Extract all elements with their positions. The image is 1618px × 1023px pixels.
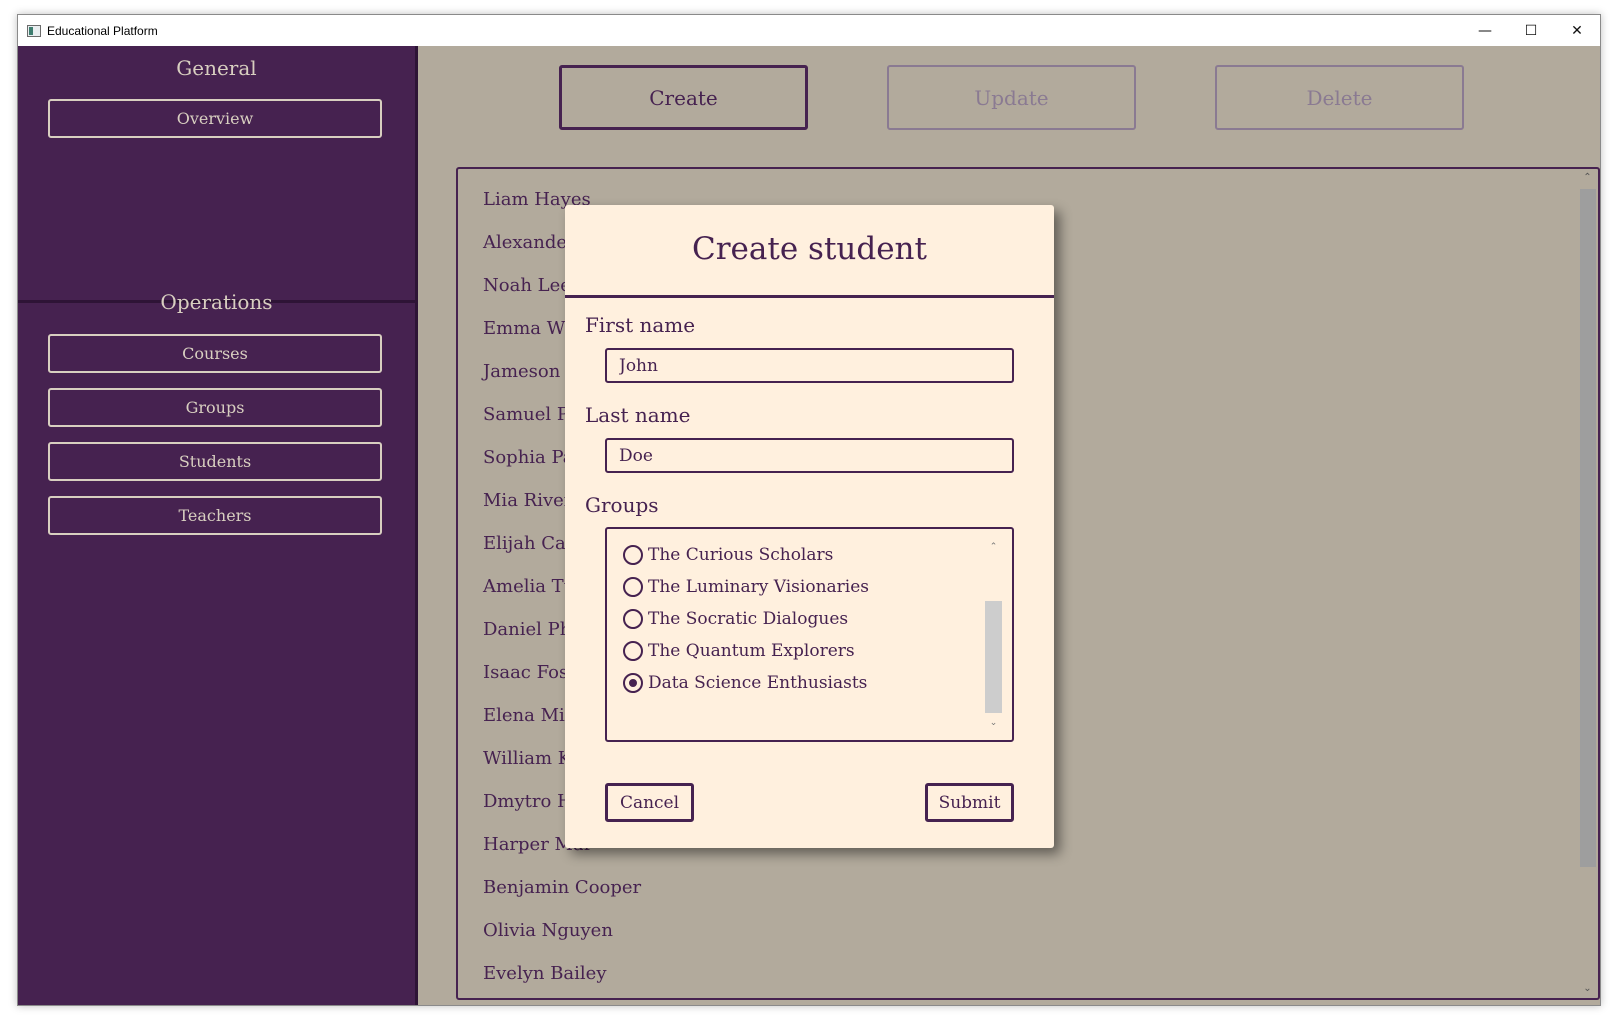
group-option-label: The Socratic Dialogues <box>648 609 849 629</box>
sidebar-item-teachers[interactable]: Teachers <box>48 496 382 535</box>
radio-button[interactable] <box>623 641 643 661</box>
radio-button[interactable] <box>623 609 643 629</box>
last-name-field[interactable] <box>605 438 1014 473</box>
group-option-label: Data Science Enthusiasts <box>648 673 868 693</box>
groups-list: The Curious Scholars The Luminary Vision… <box>605 527 1014 742</box>
list-item[interactable]: Evelyn Bailey <box>483 963 607 984</box>
group-option[interactable]: Data Science Enthusiasts <box>623 673 867 693</box>
create-student-dialog: Create student First name Last name Grou… <box>565 205 1054 848</box>
update-button[interactable]: Update <box>887 65 1136 130</box>
scrollbar-thumb[interactable] <box>985 601 1002 713</box>
list-item[interactable]: Benjamin Cooper <box>483 877 641 898</box>
scroll-up-icon[interactable]: ⌃ <box>1579 171 1596 185</box>
delete-button[interactable]: Delete <box>1215 65 1464 130</box>
operations-section-title: Operations <box>160 290 273 314</box>
group-option[interactable]: The Curious Scholars <box>623 545 833 565</box>
radio-button-selected[interactable] <box>623 673 643 693</box>
sidebar-item-students[interactable]: Students <box>48 442 382 481</box>
sidebar-item-overview[interactable]: Overview <box>48 99 382 138</box>
scroll-down-icon[interactable]: ⌄ <box>1579 982 1596 996</box>
general-section-title: General <box>176 56 257 80</box>
groups-label: Groups <box>585 493 659 517</box>
first-name-field[interactable] <box>605 348 1014 383</box>
radio-button[interactable] <box>623 577 643 597</box>
scrollbar-thumb[interactable] <box>1580 189 1596 867</box>
create-button[interactable]: Create <box>559 65 808 130</box>
last-name-label: Last name <box>585 403 691 427</box>
group-option-label: The Curious Scholars <box>648 545 834 565</box>
cancel-button[interactable]: Cancel <box>605 783 694 822</box>
list-scrollbar[interactable]: ⌃ ⌄ <box>1579 171 1596 996</box>
list-item[interactable]: William Ki <box>483 748 577 769</box>
minimize-icon[interactable]: — <box>1462 15 1508 46</box>
group-option[interactable]: The Luminary Visionaries <box>623 577 869 597</box>
group-option-label: The Luminary Visionaries <box>648 577 870 597</box>
dialog-separator <box>565 295 1054 298</box>
sidebar-item-groups[interactable]: Groups <box>48 388 382 427</box>
radio-button[interactable] <box>623 545 643 565</box>
app-icon <box>27 24 41 37</box>
scroll-up-icon[interactable]: ⌃ <box>985 541 1002 553</box>
title-bar: Educational Platform — ☐ ✕ <box>18 15 1600 46</box>
list-item[interactable]: Noah Lee <box>483 275 571 296</box>
list-item[interactable]: Olivia Nguyen <box>483 920 613 941</box>
scroll-down-icon[interactable]: ⌄ <box>985 717 1002 729</box>
window-controls: — ☐ ✕ <box>1462 15 1600 46</box>
group-option-label: The Quantum Explorers <box>648 641 855 661</box>
close-icon[interactable]: ✕ <box>1554 15 1600 46</box>
group-option[interactable]: The Quantum Explorers <box>623 641 855 661</box>
sidebar: General Overview Operations Courses Grou… <box>18 46 418 1005</box>
group-option[interactable]: The Socratic Dialogues <box>623 609 848 629</box>
window-title: Educational Platform <box>47 23 158 38</box>
submit-button[interactable]: Submit <box>925 783 1014 822</box>
dialog-title: Create student <box>692 231 927 267</box>
sidebar-item-courses[interactable]: Courses <box>48 334 382 373</box>
groups-scrollbar[interactable]: ⌃ ⌄ <box>985 541 1002 729</box>
maximize-icon[interactable]: ☐ <box>1508 15 1554 46</box>
first-name-label: First name <box>585 313 696 337</box>
